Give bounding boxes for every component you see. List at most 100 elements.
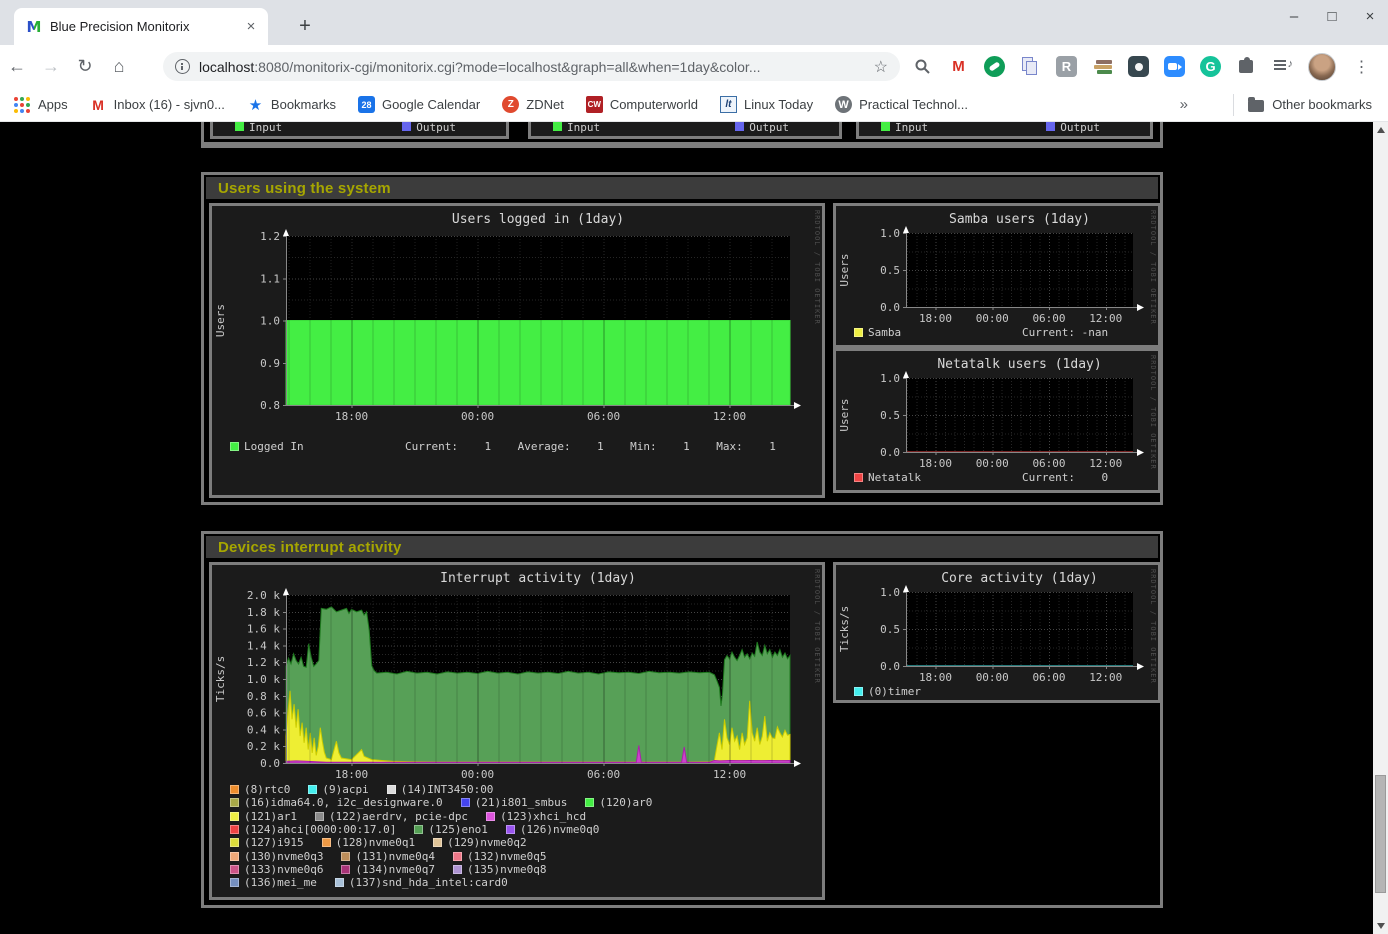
rrdtool-watermark: RRDTOOL / TOBI OETIKER (1149, 210, 1157, 325)
bookmark-linux-today[interactable]: lt Linux Today (720, 96, 813, 113)
bookmark-apps[interactable]: Apps (14, 96, 68, 113)
window-minimize-icon[interactable]: – (1286, 8, 1302, 25)
apps-grid-icon (14, 96, 31, 113)
search-extension-icon[interactable] (912, 56, 933, 77)
scrollbar-up-arrow[interactable] (1373, 122, 1388, 138)
legend-item: (135)nvme0q8 (453, 863, 546, 876)
bookmarks-overflow-icon[interactable]: » (1180, 96, 1188, 113)
svg-text:Users: Users (214, 304, 227, 337)
legend-row: (8)rtc0(9)acpi(14)INT3450:00 (230, 783, 808, 796)
svg-text:M: M (27, 19, 42, 35)
svg-text:1.0: 1.0 (880, 372, 900, 385)
output-swatch (402, 122, 411, 131)
extensions-puzzle-icon[interactable] (1236, 56, 1257, 77)
url-text[interactable]: localhost:8080/monitorix-cgi/monitorix.c… (199, 59, 866, 75)
profile-avatar[interactable] (1308, 53, 1336, 81)
svg-text:00:00: 00:00 (976, 457, 1009, 467)
grammarly-extension-icon[interactable]: G (1200, 56, 1221, 77)
svg-text:0.0: 0.0 (260, 757, 280, 770)
bookmark-inbox[interactable]: M Inbox (16) - sjvn0... (90, 96, 225, 113)
chart-core-activity[interactable]: 0.00.51.018:0000:0006:0012:00Core activi… (833, 562, 1161, 703)
other-bookmarks[interactable]: Other bookmarks (1233, 94, 1372, 116)
gmail-icon: M (90, 96, 107, 113)
lamp-extension-icon[interactable] (1128, 56, 1149, 77)
legend-item: Logged In (230, 440, 304, 453)
new-tab-button[interactable]: + (292, 14, 318, 40)
legend-swatch (322, 838, 331, 847)
window-close-icon[interactable]: × (1362, 8, 1378, 25)
browser-menu-icon[interactable]: ⋮ (1351, 56, 1372, 77)
output-swatch (1046, 122, 1055, 131)
svg-text:Users: Users (838, 253, 851, 286)
svg-text:Users: Users (838, 398, 851, 431)
legend-item: (134)nvme0q7 (341, 863, 434, 876)
svg-text:Ticks/s: Ticks/s (214, 656, 227, 702)
tab-close-icon[interactable]: × (242, 18, 260, 35)
zoom-camera-extension-icon[interactable] (1164, 56, 1185, 77)
r-extension-icon[interactable]: R (1056, 56, 1077, 77)
page-scrollbar[interactable] (1373, 122, 1388, 934)
core-activity-graph[interactable]: 0.00.51.018:0000:0006:0012:00Core activi… (836, 565, 1158, 686)
svg-text:Core activity (1day): Core activity (1day) (941, 571, 1098, 586)
svg-text:Netatalk users (1day): Netatalk users (1day) (937, 357, 1101, 372)
scrollbar-down-arrow[interactable] (1373, 918, 1388, 934)
chart-users-logged-in[interactable]: 0.80.91.01.11.218:0000:0006:0012:00Users… (209, 203, 825, 498)
legend-swatch (453, 865, 462, 874)
browser-tab[interactable]: M Blue Precision Monitorix × (14, 8, 268, 45)
svg-text:0.4 k: 0.4 k (247, 723, 280, 736)
legend-swatch (230, 865, 239, 874)
users-logged-in-graph[interactable]: 0.80.91.01.11.218:0000:0006:0012:00Users… (212, 206, 822, 439)
svg-text:18:00: 18:00 (335, 768, 368, 779)
legend-swatch (230, 442, 239, 451)
partial-chart-2[interactable]: Input Output (528, 122, 842, 139)
bookmark-bookmarks[interactable]: ★ Bookmarks (247, 96, 336, 113)
legend-item: (125)eno1 (414, 823, 488, 836)
svg-text:0.5: 0.5 (880, 409, 900, 422)
voice-extension-icon[interactable] (984, 56, 1005, 77)
scrollbar-thumb[interactable] (1375, 775, 1386, 893)
bookmark-google-calendar[interactable]: 28 Google Calendar (358, 96, 480, 113)
svg-text:06:00: 06:00 (1032, 312, 1065, 322)
monitorix-favicon: M (26, 19, 42, 35)
copy-pages-extension-icon[interactable] (1020, 56, 1041, 77)
partial-chart-3[interactable]: Input Output (856, 122, 1153, 139)
browser-titlebar: M Blue Precision Monitorix × + – □ × (0, 0, 1388, 45)
svg-text:06:00: 06:00 (1032, 457, 1065, 467)
books-extension-icon[interactable] (1092, 56, 1113, 77)
svg-text:00:00: 00:00 (461, 410, 494, 423)
svg-text:0.9: 0.9 (260, 357, 280, 370)
window-maximize-icon[interactable]: □ (1324, 8, 1340, 25)
url-bar[interactable]: localhost:8080/monitorix-cgi/monitorix.c… (163, 52, 900, 81)
netatalk-users-graph[interactable]: 0.00.51.018:0000:0006:0012:00Netatalk us… (836, 351, 1158, 472)
gmail-extension-icon[interactable]: M (948, 56, 969, 77)
home-icon[interactable]: ⌂ (102, 56, 136, 77)
bookmark-star-icon[interactable]: ☆ (874, 57, 888, 77)
bookmark-computerworld[interactable]: CW Computerworld (586, 96, 698, 113)
partial-section-network: Input Output Input Output Input Output (201, 122, 1163, 148)
legend-swatch (341, 852, 350, 861)
interrupt-activity-graph[interactable]: 0.00.2 k0.4 k0.6 k0.8 k1.0 k1.2 k1.4 k1.… (212, 565, 822, 784)
svg-text:0.8: 0.8 (260, 399, 280, 412)
svg-text:1.0: 1.0 (260, 315, 280, 328)
page-info-icon[interactable] (175, 59, 190, 74)
partial-chart-1[interactable]: Input Output (210, 122, 509, 139)
chart-netatalk-users[interactable]: 0.00.51.018:0000:0006:0012:00Netatalk us… (833, 348, 1161, 493)
legend-stats: Current: 0 (1022, 471, 1108, 484)
reload-icon[interactable]: ↻ (68, 56, 102, 77)
svg-text:0.5: 0.5 (880, 623, 900, 636)
playlist-extension-icon[interactable]: ♪ (1272, 56, 1293, 77)
svg-text:12:00: 12:00 (1089, 312, 1122, 322)
chart-interrupt-activity[interactable]: 0.00.2 k0.4 k0.6 k0.8 k1.0 k1.2 k1.4 k1.… (209, 562, 825, 900)
chart-samba-users[interactable]: 0.00.51.018:0000:0006:0012:00Samba users… (833, 203, 1161, 348)
legend-row: SambaCurrent: -nan (854, 326, 1144, 339)
legend-item: (129)nvme0q2 (433, 836, 526, 849)
back-icon[interactable]: ← (0, 56, 34, 77)
bookmark-zdnet[interactable]: Z ZDNet (502, 96, 564, 113)
legend-item: (128)nvme0q1 (322, 836, 415, 849)
browser-toolbar: ← → ↻ ⌂ localhost:8080/monitorix-cgi/mon… (0, 45, 1388, 88)
svg-text:06:00: 06:00 (1032, 671, 1065, 681)
bookmark-practical-technology[interactable]: W Practical Technol... (835, 96, 968, 113)
forward-icon[interactable]: → (34, 56, 68, 77)
section-users-title: Users using the system (218, 180, 391, 197)
samba-users-graph[interactable]: 0.00.51.018:0000:0006:0012:00Samba users… (836, 206, 1158, 327)
